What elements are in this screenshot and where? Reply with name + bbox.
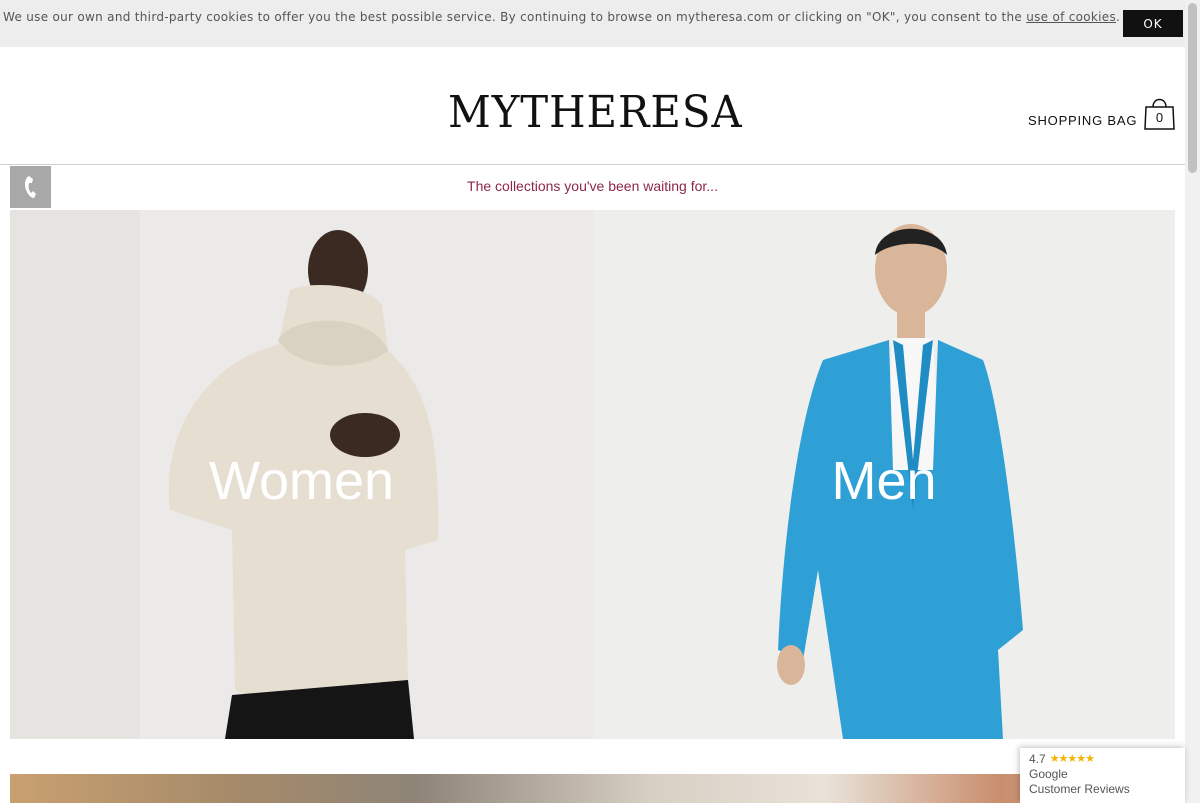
- cookie-banner: We use our own and third-party cookies t…: [0, 0, 1185, 47]
- star-rating-icon: ★★★★★: [1049, 753, 1095, 765]
- reviews-rating-row: 4.7 ★★★★★: [1029, 752, 1176, 767]
- men-label[interactable]: Men: [593, 450, 1175, 512]
- cookie-message: We use our own and third-party cookies t…: [3, 10, 1120, 24]
- women-category-panel[interactable]: Women: [10, 210, 593, 739]
- google-reviews-badge[interactable]: 4.7 ★★★★★ Google Customer Reviews: [1020, 748, 1185, 803]
- editorial-banner-image[interactable]: [10, 774, 1175, 803]
- reviews-label: Customer Reviews: [1029, 782, 1130, 796]
- page-scrollbar[interactable]: [1185, 0, 1200, 803]
- cookie-policy-link[interactable]: use of cookies: [1026, 10, 1116, 24]
- site-header: MYTHERESA SHOPPING BAG 0: [0, 47, 1185, 165]
- reviews-rating: 4.7: [1029, 752, 1046, 766]
- cookie-ok-button[interactable]: OK: [1123, 10, 1183, 37]
- promo-message[interactable]: The collections you've been waiting for.…: [0, 178, 1185, 194]
- cookie-text: We use our own and third-party cookies t…: [3, 10, 1027, 24]
- shopping-bag-link[interactable]: SHOPPING BAG: [1028, 113, 1137, 128]
- cookie-text-suffix: .: [1116, 10, 1121, 24]
- men-category-panel[interactable]: Men: [593, 210, 1175, 739]
- women-label[interactable]: Women: [10, 450, 593, 512]
- site-logo[interactable]: MYTHERESA: [448, 91, 743, 135]
- shopping-bag-icon[interactable]: 0: [1143, 95, 1176, 131]
- scrollbar-thumb[interactable]: [1188, 3, 1197, 173]
- bag-count: 0: [1155, 110, 1164, 125]
- reviews-brand: Google: [1029, 767, 1068, 781]
